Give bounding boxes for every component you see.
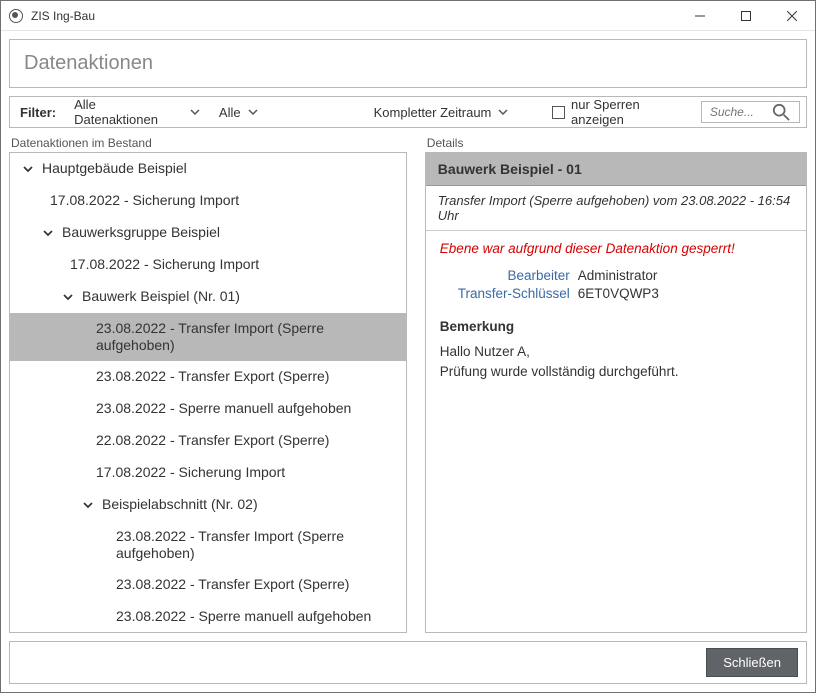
checkbox-icon [552,106,565,119]
details-subtitle: Transfer Import (Sperre aufgehoben) vom … [426,186,806,231]
tree-node-action[interactable]: 23.08.2022 - Transfer Import (Sperre auf… [10,521,406,569]
close-button[interactable] [769,1,815,30]
details-warning: Ebene war aufgrund dieser Datenaktion ge… [440,241,792,256]
chevron-down-icon[interactable] [60,289,76,305]
search-input[interactable] [708,104,768,120]
filter-label: Filter: [20,105,56,120]
window-title: ZIS Ing-Bau [31,9,677,23]
filter-scope-value: Alle [219,105,241,120]
details-panel: Bauwerk Beispiel - 01 Transfer Import (S… [425,152,807,633]
chevron-down-icon[interactable] [80,497,96,513]
close-dialog-button[interactable]: Schließen [706,648,798,677]
tree-node-section[interactable]: Beispielabschnitt (Nr. 02) [10,489,406,521]
filter-type-dropdown[interactable]: Alle Datenaktionen [68,97,207,127]
chevron-down-icon [497,106,509,118]
details-heading: Details [425,136,807,150]
app-icon [9,9,23,23]
chevron-down-icon [189,106,201,118]
filter-locks-only-label: nur Sperren anzeigen [571,97,695,127]
filter-time-value: Kompletter Zeitraum [374,105,492,120]
action-tree[interactable]: Hauptgebäude Beispiel 17.08.2022 - Siche… [10,153,406,632]
details-title: Bauwerk Beispiel - 01 [426,153,806,186]
tree-node-action[interactable]: 23.08.2022 - Transfer Export (Sperre) [10,569,406,601]
tree-node-action[interactable]: 17.08.2022 - Sicherung Import [10,249,406,281]
details-field-transferkey: Transfer-Schlüssel 6ET0VQWP3 [440,286,792,301]
filter-scope-dropdown[interactable]: Alle [213,97,362,127]
tree-node-structure[interactable]: Bauwerk Beispiel (Nr. 01) [10,281,406,313]
filter-time-dropdown[interactable]: Kompletter Zeitraum [368,97,537,127]
tree-node-action[interactable]: 17.08.2022 - Sicherung Import [10,457,406,489]
maximize-button[interactable] [723,1,769,30]
search-field[interactable] [701,101,800,123]
chevron-down-icon[interactable] [20,161,36,177]
minimize-button[interactable] [677,1,723,30]
footer: Schließen [9,641,807,684]
page-title: Datenaktionen [9,39,807,88]
chevron-down-icon[interactable] [40,225,56,241]
details-remark-heading: Bemerkung [440,319,792,334]
filter-locks-only-checkbox[interactable]: nur Sperren anzeigen [552,97,695,127]
tree-node-building[interactable]: Hauptgebäude Beispiel [10,153,406,185]
tree-node-action[interactable]: 22.08.2022 - Transfer Export (Sperre) [10,425,406,457]
tree-node-action[interactable]: 17.08.2022 - Sicherung Import [10,185,406,217]
tree-node-group[interactable]: Bauwerksgruppe Beispiel [10,217,406,249]
tree-node-action[interactable]: 23.08.2022 - Transfer Export (Sperre) [10,361,406,393]
tree-heading: Datenaktionen im Bestand [9,136,407,150]
filter-type-value: Alle Datenaktionen [74,97,183,127]
tree-node-action[interactable]: 23.08.2022 - Sperre manuell aufgehoben [10,393,406,425]
tree-node-action[interactable]: 23.08.2022 - Transfer Import (Sperre auf… [10,313,406,361]
filter-bar: Filter: Alle Datenaktionen Alle Komplett… [9,96,807,128]
details-remark: Hallo Nutzer A, Prüfung wurde vollständi… [440,342,792,381]
search-icon[interactable] [772,103,790,121]
tree-node-action[interactable]: 23.08.2022 - Sperre manuell aufgehoben [10,601,406,632]
chevron-down-icon [247,106,259,118]
details-field-editor: Bearbeiter Administrator [440,268,792,283]
titlebar: ZIS Ing-Bau [1,1,815,31]
